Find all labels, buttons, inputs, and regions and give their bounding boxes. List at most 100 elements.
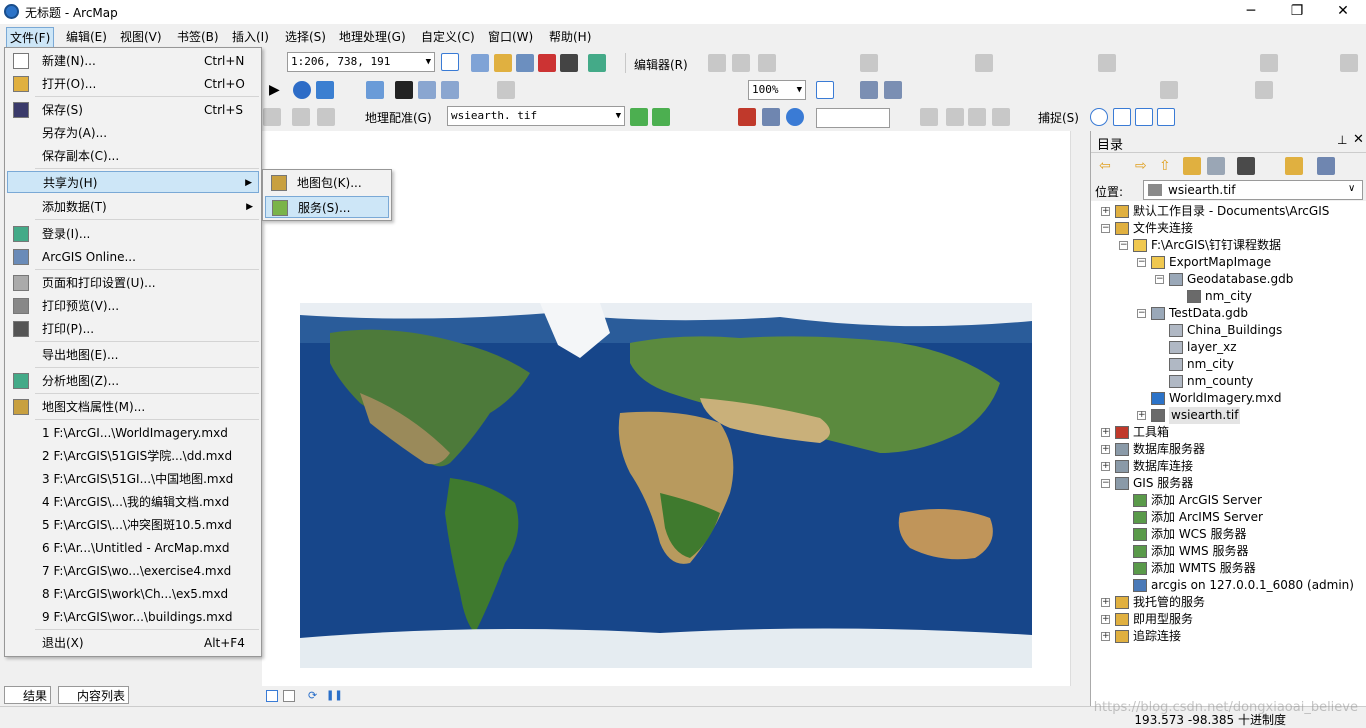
share-submenu-item[interactable]: 地图包(K)... xyxy=(265,172,389,194)
tree-item[interactable]: China_Buildings xyxy=(1091,322,1366,339)
view-options-icon[interactable] xyxy=(1237,157,1255,175)
tree-item[interactable]: 添加 WMTS 服务器 xyxy=(1091,560,1366,577)
tree-item[interactable]: 添加 ArcIMS Server xyxy=(1091,509,1366,526)
tree-item[interactable]: nm_city xyxy=(1091,288,1366,305)
tree-item[interactable]: layer_xz xyxy=(1091,339,1366,356)
chevron-down-icon[interactable]: ∨ xyxy=(1348,183,1355,194)
file-menu-item[interactable]: 保存(S) Ctrl+S xyxy=(7,99,259,121)
straight-segment-icon[interactable] xyxy=(758,54,776,72)
menu-customize[interactable]: 自定义(C) xyxy=(418,27,478,46)
expand-icon[interactable]: + xyxy=(1101,598,1110,607)
collapse-icon[interactable]: − xyxy=(1101,224,1110,233)
file-menu-item[interactable]: 新建(N)... Ctrl+N xyxy=(7,50,259,72)
file-menu-item[interactable]: 打印(P)... xyxy=(7,318,259,340)
undo-icon[interactable] xyxy=(946,108,964,126)
tree-item[interactable]: + 即用型服务 xyxy=(1091,611,1366,628)
tree-item[interactable]: arcgis on 127.0.0.1_6080 (admin) xyxy=(1091,577,1366,594)
tree-item[interactable]: + 我托管的服务 xyxy=(1091,594,1366,611)
file-menu-item[interactable]: 导出地图(E)... xyxy=(7,344,259,366)
chevron-down-icon[interactable]: ▼ xyxy=(426,53,431,71)
chevron-down-icon[interactable]: ▼ xyxy=(616,107,621,125)
expand-icon[interactable]: + xyxy=(1137,411,1146,420)
file-menu-item[interactable]: 另存为(A)... xyxy=(7,122,259,144)
tree-item[interactable]: + 默认工作目录 - Documents\ArcGIS xyxy=(1091,203,1366,220)
find-binoculars-icon[interactable] xyxy=(395,81,413,99)
customize-icon[interactable] xyxy=(317,108,335,126)
close-button[interactable]: ✕ xyxy=(1320,0,1366,24)
vertex-snap-icon[interactable] xyxy=(1135,108,1153,126)
expand-icon[interactable]: + xyxy=(1101,428,1110,437)
back-arrow-icon[interactable]: ⇦ xyxy=(1099,157,1117,175)
tree-item[interactable]: − GIS 服务器 xyxy=(1091,475,1366,492)
file-menu-item[interactable]: 退出(X) Alt+F4 xyxy=(7,632,259,654)
file-menu-item[interactable]: 添加数据(T) ▶ xyxy=(7,196,259,218)
editor-menu[interactable]: 编辑器(R) xyxy=(634,56,688,73)
file-menu-item[interactable]: 分析地图(Z)... xyxy=(7,370,259,392)
edge-snap-icon[interactable] xyxy=(1157,108,1175,126)
file-menu-item[interactable]: 保存副本(C)... xyxy=(7,145,259,167)
tree-item[interactable]: nm_city xyxy=(1091,356,1366,373)
file-menu-item[interactable]: 9 F:\ArcGIS\wor...\buildings.mxd xyxy=(7,606,259,628)
options-icon[interactable] xyxy=(1317,157,1335,175)
map-vertical-scrollbar[interactable] xyxy=(1070,131,1086,686)
file-menu-item[interactable]: 6 F:\Ar...\Untitled - ArcMap.mxd xyxy=(7,537,259,559)
connect-folder-icon[interactable] xyxy=(1285,157,1303,175)
tree-item[interactable]: − Geodatabase.gdb xyxy=(1091,271,1366,288)
collapse-icon[interactable]: − xyxy=(1101,479,1110,488)
raster-layer-combo[interactable]: wsiearth. tif ▼ xyxy=(447,106,625,126)
forward-arrow-icon[interactable]: ⇨ xyxy=(1135,157,1153,175)
data-view-icon[interactable] xyxy=(266,690,278,702)
file-menu-item[interactable]: 登录(I)... xyxy=(7,223,259,245)
file-menu-item[interactable]: 地图文档属性(M)... xyxy=(7,396,259,418)
file-menu-item[interactable]: 4 F:\ArcGIS\...\我的编辑文档.mxd xyxy=(7,491,259,513)
menu-file[interactable]: 文件(F) xyxy=(6,27,55,48)
measure-icon[interactable] xyxy=(366,81,384,99)
tree-item[interactable]: + 数据库服务器 xyxy=(1091,441,1366,458)
minimize-button[interactable]: ─ xyxy=(1228,0,1274,24)
snapping-menu[interactable]: 捕捉(S) xyxy=(1038,109,1079,126)
edit-annotation-icon[interactable] xyxy=(732,54,750,72)
tab-results[interactable]: 结果 xyxy=(4,686,52,704)
edit-tool-icon[interactable] xyxy=(708,54,726,72)
tree-item[interactable]: + 数据库连接 xyxy=(1091,458,1366,475)
rotate-icon[interactable] xyxy=(786,108,804,126)
table-icon[interactable] xyxy=(263,108,281,126)
tree-item[interactable]: nm_county xyxy=(1091,373,1366,390)
tree-item[interactable]: + 追踪连接 xyxy=(1091,628,1366,645)
topology-icon[interactable] xyxy=(1098,54,1116,72)
up-level-icon[interactable]: ⇧ xyxy=(1159,157,1177,175)
tree-item[interactable]: 添加 WMS 服务器 xyxy=(1091,543,1366,560)
tab-table-of-contents[interactable]: 内容列表 xyxy=(58,686,130,704)
expand-icon[interactable]: + xyxy=(1101,632,1110,641)
pin-icon[interactable]: ⊥ xyxy=(1337,133,1347,147)
collapse-icon[interactable]: − xyxy=(1155,275,1164,284)
select-elements-icon[interactable]: ▶ xyxy=(269,81,287,99)
identify-icon[interactable] xyxy=(293,81,311,99)
file-menu-item[interactable]: 7 F:\ArcGIS\wo...\exercise4.mxd xyxy=(7,560,259,582)
viewer-icon[interactable] xyxy=(762,108,780,126)
layout-view-icon[interactable] xyxy=(283,690,295,702)
expand-icon[interactable]: + xyxy=(1101,615,1110,624)
change-layout-icon[interactable] xyxy=(884,81,902,99)
collapse-icon[interactable]: − xyxy=(1137,309,1146,318)
file-menu-item[interactable]: 1 F:\ArcGI...\WorldImagery.mxd xyxy=(7,422,259,444)
editor-toolbar-icon[interactable] xyxy=(441,53,459,71)
location-combo[interactable]: wsiearth.tif ∨ xyxy=(1143,180,1363,200)
find-route-icon[interactable] xyxy=(418,81,436,99)
arctoolbox-icon[interactable] xyxy=(538,54,556,72)
file-menu-item[interactable]: 打开(O)... Ctrl+O xyxy=(7,73,259,95)
graphics-icon[interactable] xyxy=(1255,81,1273,99)
disconnect-folder-icon[interactable] xyxy=(1207,157,1225,175)
go-to-xy-icon[interactable] xyxy=(441,81,459,99)
file-menu-item[interactable]: 8 F:\ArcGIS\work\Ch...\ex5.mxd xyxy=(7,583,259,605)
tree-item[interactable]: − TestData.gdb xyxy=(1091,305,1366,322)
python-window-icon[interactable] xyxy=(560,54,578,72)
editing-misc-icon[interactable] xyxy=(292,108,310,126)
menu-insert[interactable]: 插入(I) xyxy=(229,27,272,46)
refresh-icon[interactable]: ⟳ xyxy=(308,690,320,702)
rotation-input[interactable] xyxy=(816,108,890,128)
menu-window[interactable]: 窗口(W) xyxy=(485,27,536,46)
georeferencing-menu[interactable]: 地理配准(G) xyxy=(365,109,432,126)
tree-item[interactable]: − 文件夹连接 xyxy=(1091,220,1366,237)
layout-toggle-icon[interactable] xyxy=(816,81,834,99)
